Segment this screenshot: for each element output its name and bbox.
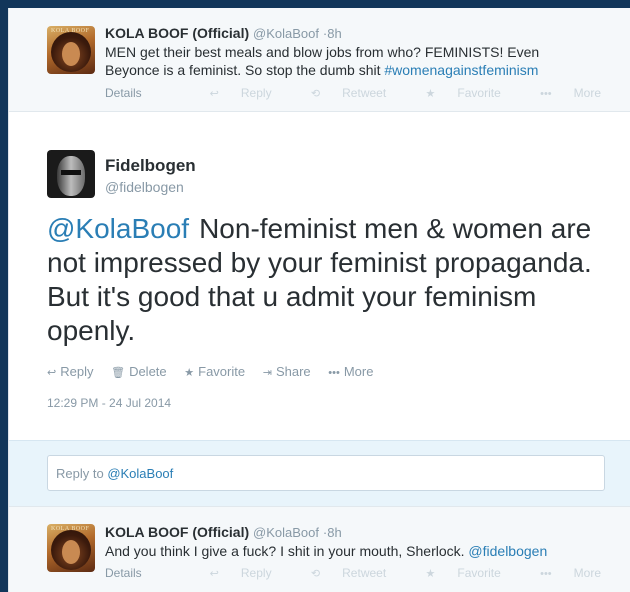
avatar-label: KOLA BOOF [51,28,90,34]
avatar-face [62,42,80,66]
tweet-time[interactable]: 8h [327,525,341,540]
reply-button[interactable]: ↩ Reply [192,86,272,100]
reply-input[interactable]: Reply to @KolaBoof [47,455,605,491]
tweet-header: KOLA BOOF (Official) @KolaBoof ·8h [105,25,342,41]
ellipsis-icon: ••• [328,367,340,379]
tweet-body: And you think I give a fuck? I shit in y… [105,543,469,559]
star-icon: ★ [184,367,195,379]
details-link[interactable]: Details [105,566,142,580]
reply-area: Reply to @KolaBoof [9,440,630,507]
tweet-main: Fidelbogen @fidelbogen @KolaBoof Non-femi… [9,112,630,440]
share-button[interactable]: ⇥ Share [263,364,311,379]
favorite-button[interactable]: ★ Favorite [408,566,501,580]
reply-mention: @KolaBoof [107,466,174,481]
author-name[interactable]: KOLA BOOF (Official) [105,524,249,540]
avatar-face [57,156,85,196]
reply-icon: ↩ [209,88,219,100]
more-button[interactable]: ••• More [522,566,601,580]
more-button[interactable]: ••• More [328,364,373,379]
favorite-button[interactable]: ★ Favorite [408,86,501,100]
tweet-actions: ↩ Reply ⟲ Retweet ★ Favorite ••• More [174,566,601,580]
reply-icon: ↩ [209,568,219,580]
retweet-button[interactable]: ⟲ Retweet [293,566,386,580]
author-name[interactable]: Fidelbogen [105,156,196,176]
avatar[interactable] [47,150,95,198]
author-name[interactable]: KOLA BOOF (Official) [105,25,249,41]
trash-icon: 🗑 [111,367,126,379]
tweet-reply[interactable]: KOLA BOOF KOLA BOOF (Official) @KolaBoof… [9,506,630,592]
hashtag-link[interactable]: #womenagainstfeminism [384,62,538,78]
tweet-text: @KolaBoof Non-feminist men & women are no… [47,212,607,348]
retweet-icon: ⟲ [310,88,321,100]
ellipsis-icon: ••• [540,568,552,580]
author-handle[interactable]: @KolaBoof [253,525,319,540]
tweet-time[interactable]: 8h [327,26,341,41]
tweet-parent[interactable]: KOLA BOOF KOLA BOOF (Official) @KolaBoof… [9,8,630,112]
mention-link[interactable]: @fidelbogen [468,543,547,559]
star-icon: ★ [425,88,436,100]
retweet-button[interactable]: ⟲ Retweet [293,86,386,100]
tweet-timestamp[interactable]: 12:29 PM - 24 Jul 2014 [47,396,171,410]
author-handle[interactable]: @fidelbogen [105,179,184,195]
avatar-label: KOLA BOOF [51,526,90,532]
details-link[interactable]: Details [105,86,142,100]
avatar[interactable]: KOLA BOOF [47,524,95,572]
mention-link[interactable]: @KolaBoof [47,213,189,244]
reply-icon: ↩ [47,367,57,379]
avatar[interactable]: KOLA BOOF [47,26,95,74]
avatar-face [62,540,80,564]
retweet-icon: ⟲ [310,568,321,580]
conversation-stream: KOLA BOOF KOLA BOOF (Official) @KolaBoof… [8,8,630,592]
ellipsis-icon: ••• [540,88,552,100]
tweet-text-line2: Beyonce is a feminist. So stop the dumb … [105,62,385,78]
reply-button[interactable]: ↩ Reply [47,364,93,379]
tweet-actions: ↩ Reply 🗑 Delete ★ Favorite ⇥ Share ••• More [47,364,387,379]
favorite-button[interactable]: ★ Favorite [184,364,245,379]
tweet-text: And you think I give a fuck? I shit in y… [105,542,605,560]
tweet-actions: ↩ Reply ⟲ Retweet ★ Favorite ••• More [174,86,601,100]
delete-button[interactable]: 🗑 Delete [111,364,167,379]
more-button[interactable]: ••• More [522,86,601,100]
tweet-text: MEN get their best meals and blow jobs f… [105,43,605,79]
star-icon: ★ [425,568,436,580]
reply-placeholder: Reply to [56,466,108,481]
tweet-header: KOLA BOOF (Official) @KolaBoof ·8h [105,524,342,540]
reply-button[interactable]: ↩ Reply [192,566,272,580]
author-handle[interactable]: @KolaBoof [253,26,319,41]
tweet-text-line1: MEN get their best meals and blow jobs f… [105,44,540,60]
avatar-glasses [61,170,81,175]
share-icon: ⇥ [262,367,272,379]
